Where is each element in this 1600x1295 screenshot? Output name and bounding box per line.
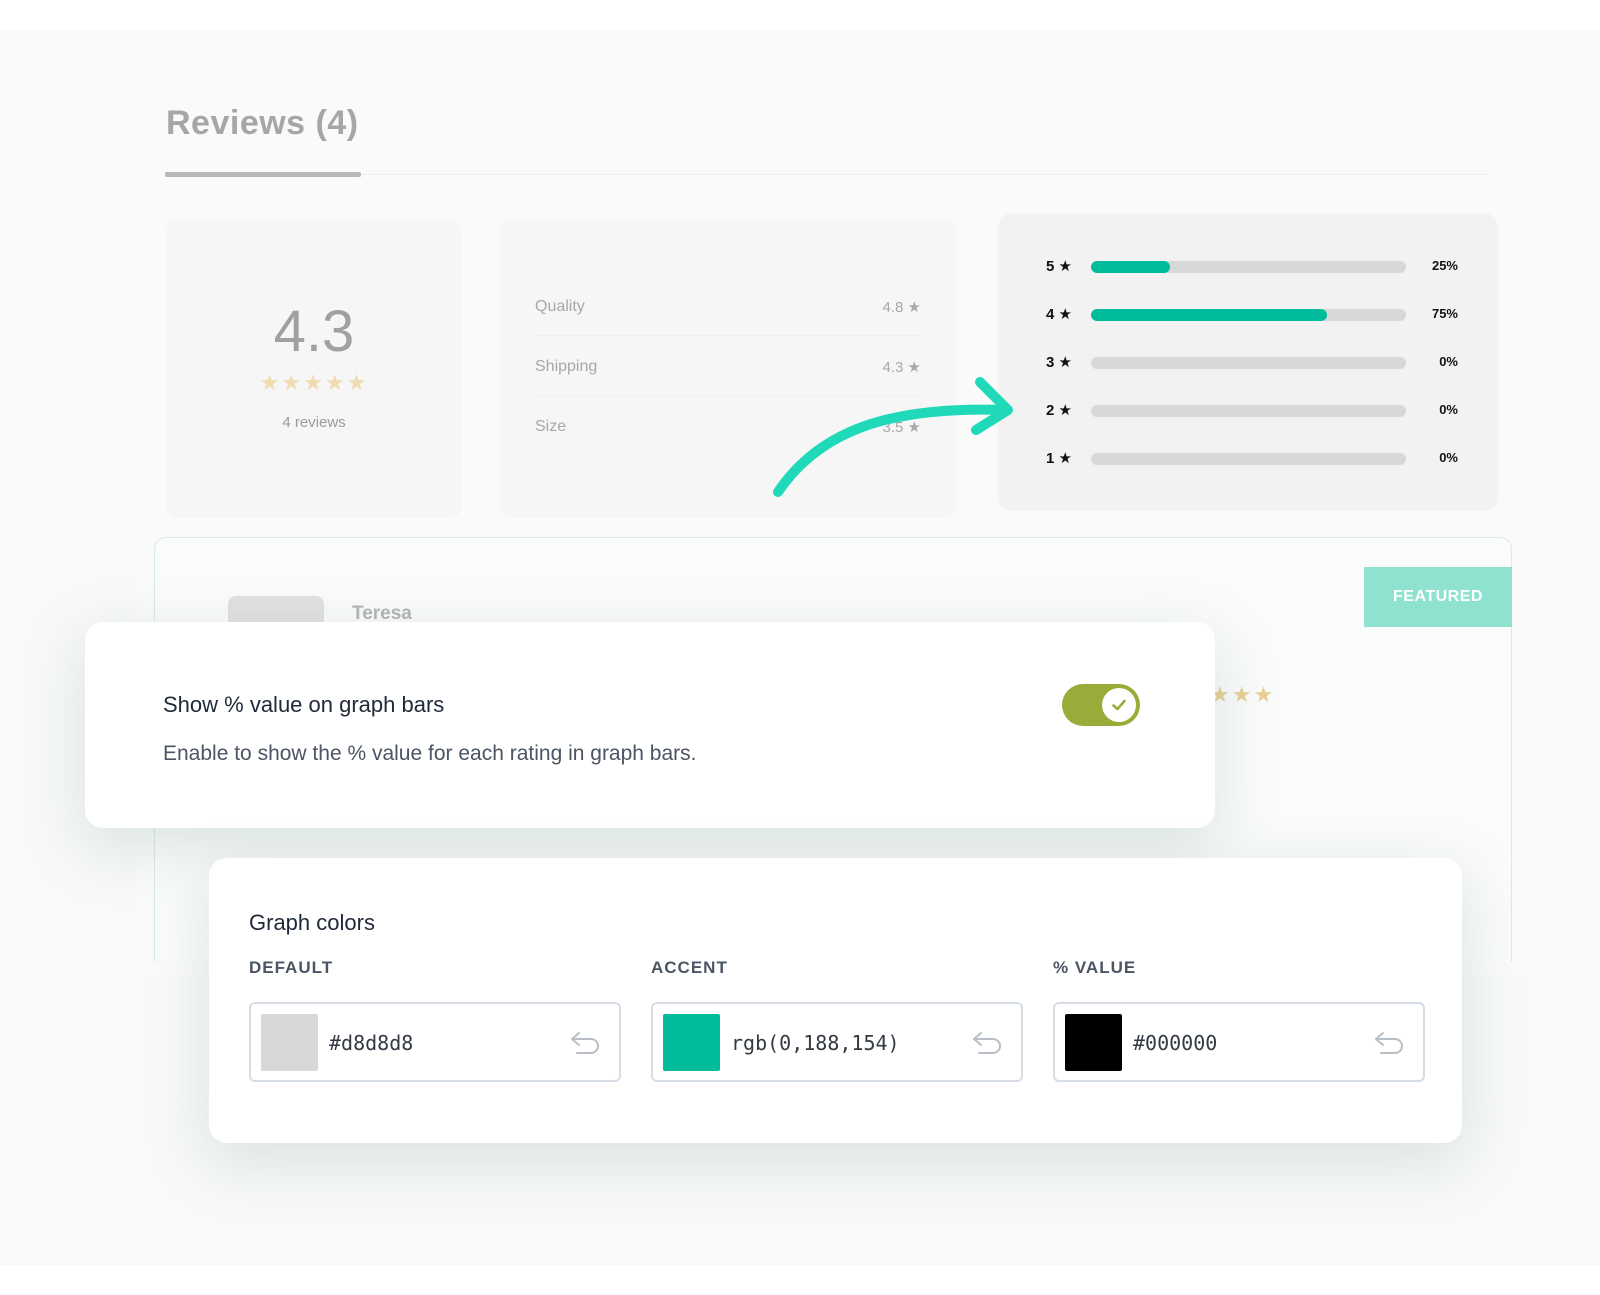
distribution-percent: 25%	[1431, 258, 1458, 273]
show-percent-setting-card: Show % value on graph bars Enable to sho…	[85, 622, 1215, 828]
color-value[interactable]: #d8d8d8	[329, 1031, 413, 1055]
distribution-percent: 75%	[1431, 306, 1458, 321]
criteria-label: Size	[535, 418, 567, 435]
distribution-bar-track	[1091, 405, 1406, 417]
rating-summary-card: 4.3 ★★★★★ 4 reviews	[166, 220, 462, 518]
distribution-bar-track	[1091, 261, 1406, 273]
distribution-percent: 0%	[1439, 402, 1458, 417]
distribution-bar-track	[1091, 357, 1406, 369]
color-setting-accent: ACCENT rgb(0,188,154)	[651, 958, 1023, 1082]
average-stars: ★★★★★	[259, 370, 369, 395]
percent-value-color-input[interactable]: #000000	[1053, 1002, 1425, 1082]
undo-arrow-icon[interactable]	[971, 1030, 1003, 1056]
setting-description: Enable to show the % value for each rati…	[163, 742, 697, 765]
criteria-value: 4.8 ★	[882, 299, 921, 316]
average-rating: 4.3	[273, 299, 355, 364]
distribution-label: 5 ★	[1046, 258, 1072, 275]
show-percent-toggle[interactable]	[1062, 684, 1140, 726]
distribution-row: 2 ★ 0%	[1046, 401, 1458, 421]
setting-title: Show % value on graph bars	[163, 692, 445, 717]
color-swatch[interactable]	[1065, 1014, 1122, 1071]
default-color-input[interactable]: #d8d8d8	[249, 1002, 621, 1082]
distribution-bar-track	[1091, 453, 1406, 465]
featured-badge: FEATURED	[1364, 567, 1512, 627]
color-label: % VALUE	[1053, 958, 1137, 977]
check-icon	[1112, 699, 1126, 711]
color-setting-default: DEFAULT #d8d8d8	[249, 958, 621, 1082]
criteria-label: Shipping	[535, 358, 598, 375]
color-value[interactable]: #000000	[1133, 1031, 1217, 1055]
undo-arrow-icon[interactable]	[1373, 1030, 1405, 1056]
graph-colors-title: Graph colors	[249, 910, 375, 935]
distribution-label: 1 ★	[1046, 450, 1072, 467]
criteria-label: Quality	[535, 298, 585, 315]
color-value[interactable]: rgb(0,188,154)	[731, 1031, 900, 1055]
distribution-bar-track	[1091, 309, 1406, 321]
distribution-bar-fill	[1091, 309, 1328, 321]
color-setting-percent-value: % VALUE #000000	[1053, 958, 1425, 1082]
distribution-percent: 0%	[1439, 354, 1458, 369]
graph-colors-card: Graph colors DEFAULT #d8d8d8 ACCENT rgb(…	[209, 858, 1462, 1143]
review-count: 4 reviews	[282, 414, 346, 431]
accent-color-input[interactable]: rgb(0,188,154)	[651, 1002, 1023, 1082]
color-swatch[interactable]	[663, 1014, 720, 1071]
distribution-label: 2 ★	[1046, 402, 1072, 419]
distribution-row: 4 ★ 75%	[1046, 305, 1458, 325]
distribution-row: 5 ★ 25%	[1046, 257, 1458, 277]
distribution-row: 3 ★ 0%	[1046, 353, 1458, 373]
distribution-percent: 0%	[1439, 450, 1458, 465]
distribution-bar-fill	[1091, 261, 1170, 273]
toggle-knob	[1102, 688, 1136, 722]
undo-arrow-icon[interactable]	[569, 1030, 601, 1056]
curved-arrow-icon	[773, 377, 1013, 497]
review-stars: ★★★	[1210, 682, 1276, 707]
tab-divider	[361, 174, 1491, 175]
active-tab-underline	[165, 172, 361, 177]
reviews-tab-title[interactable]: Reviews (4)	[166, 104, 359, 143]
color-swatch[interactable]	[261, 1014, 318, 1071]
rating-distribution-card: 5 ★ 25% 4 ★ 75% 3 ★ 0% 2 ★ 0% 1 ★ 0%	[998, 213, 1498, 511]
distribution-label: 4 ★	[1046, 306, 1072, 323]
criteria-row: Quality 4.8 ★	[535, 276, 921, 336]
color-label: DEFAULT	[249, 958, 334, 977]
color-label: ACCENT	[651, 958, 728, 977]
distribution-row: 1 ★ 0%	[1046, 449, 1458, 469]
distribution-label: 3 ★	[1046, 354, 1072, 371]
